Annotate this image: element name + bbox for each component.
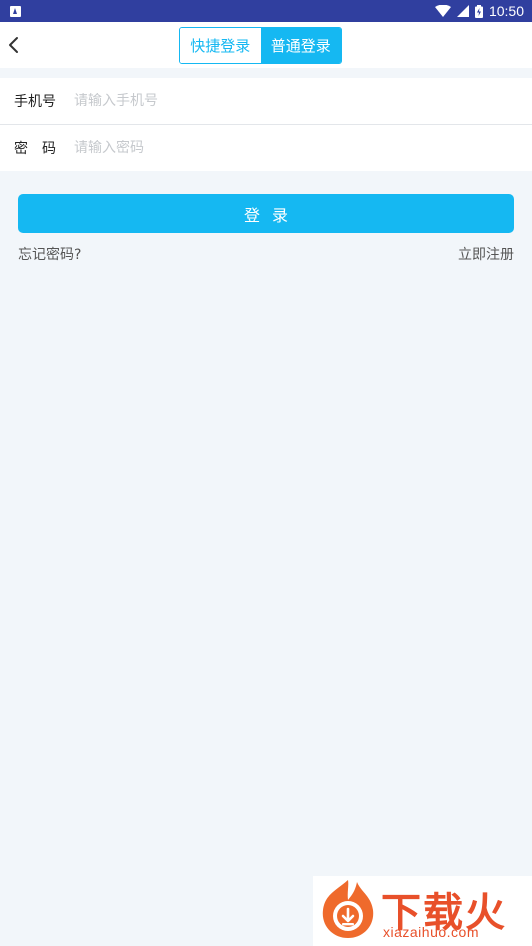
login-form: 手机号 密码: [0, 78, 532, 171]
password-row: 密码: [0, 124, 532, 171]
register-link[interactable]: 立即注册: [458, 244, 514, 264]
watermark-url: xiazaihuo.com: [383, 924, 479, 940]
status-bar: 10:50: [0, 0, 532, 22]
forgot-password-link[interactable]: 忘记密码?: [18, 244, 81, 264]
wifi-icon: [434, 5, 451, 17]
signal-icon: [456, 5, 469, 17]
back-arrow-icon[interactable]: [8, 35, 20, 55]
phone-label: 手机号: [14, 94, 56, 110]
phone-input[interactable]: [74, 93, 532, 109]
tab-normal-login[interactable]: 普通登录: [260, 28, 341, 63]
status-time: 10:50: [488, 3, 524, 19]
flame-logo-icon: [322, 880, 374, 938]
phone-row: 手机号: [0, 78, 532, 124]
password-label: 密码: [14, 141, 70, 157]
notification-app-icon: [10, 5, 21, 17]
battery-icon: [474, 4, 483, 18]
tab-quick-login[interactable]: 快捷登录: [180, 28, 261, 63]
login-mode-tabs: 快捷登录 普通登录: [179, 27, 342, 64]
watermark: 下载火 xiazaihuo.com: [313, 876, 532, 946]
login-button[interactable]: 登录: [18, 194, 514, 233]
header: 快捷登录 普通登录: [0, 22, 532, 68]
password-input[interactable]: [74, 140, 532, 156]
